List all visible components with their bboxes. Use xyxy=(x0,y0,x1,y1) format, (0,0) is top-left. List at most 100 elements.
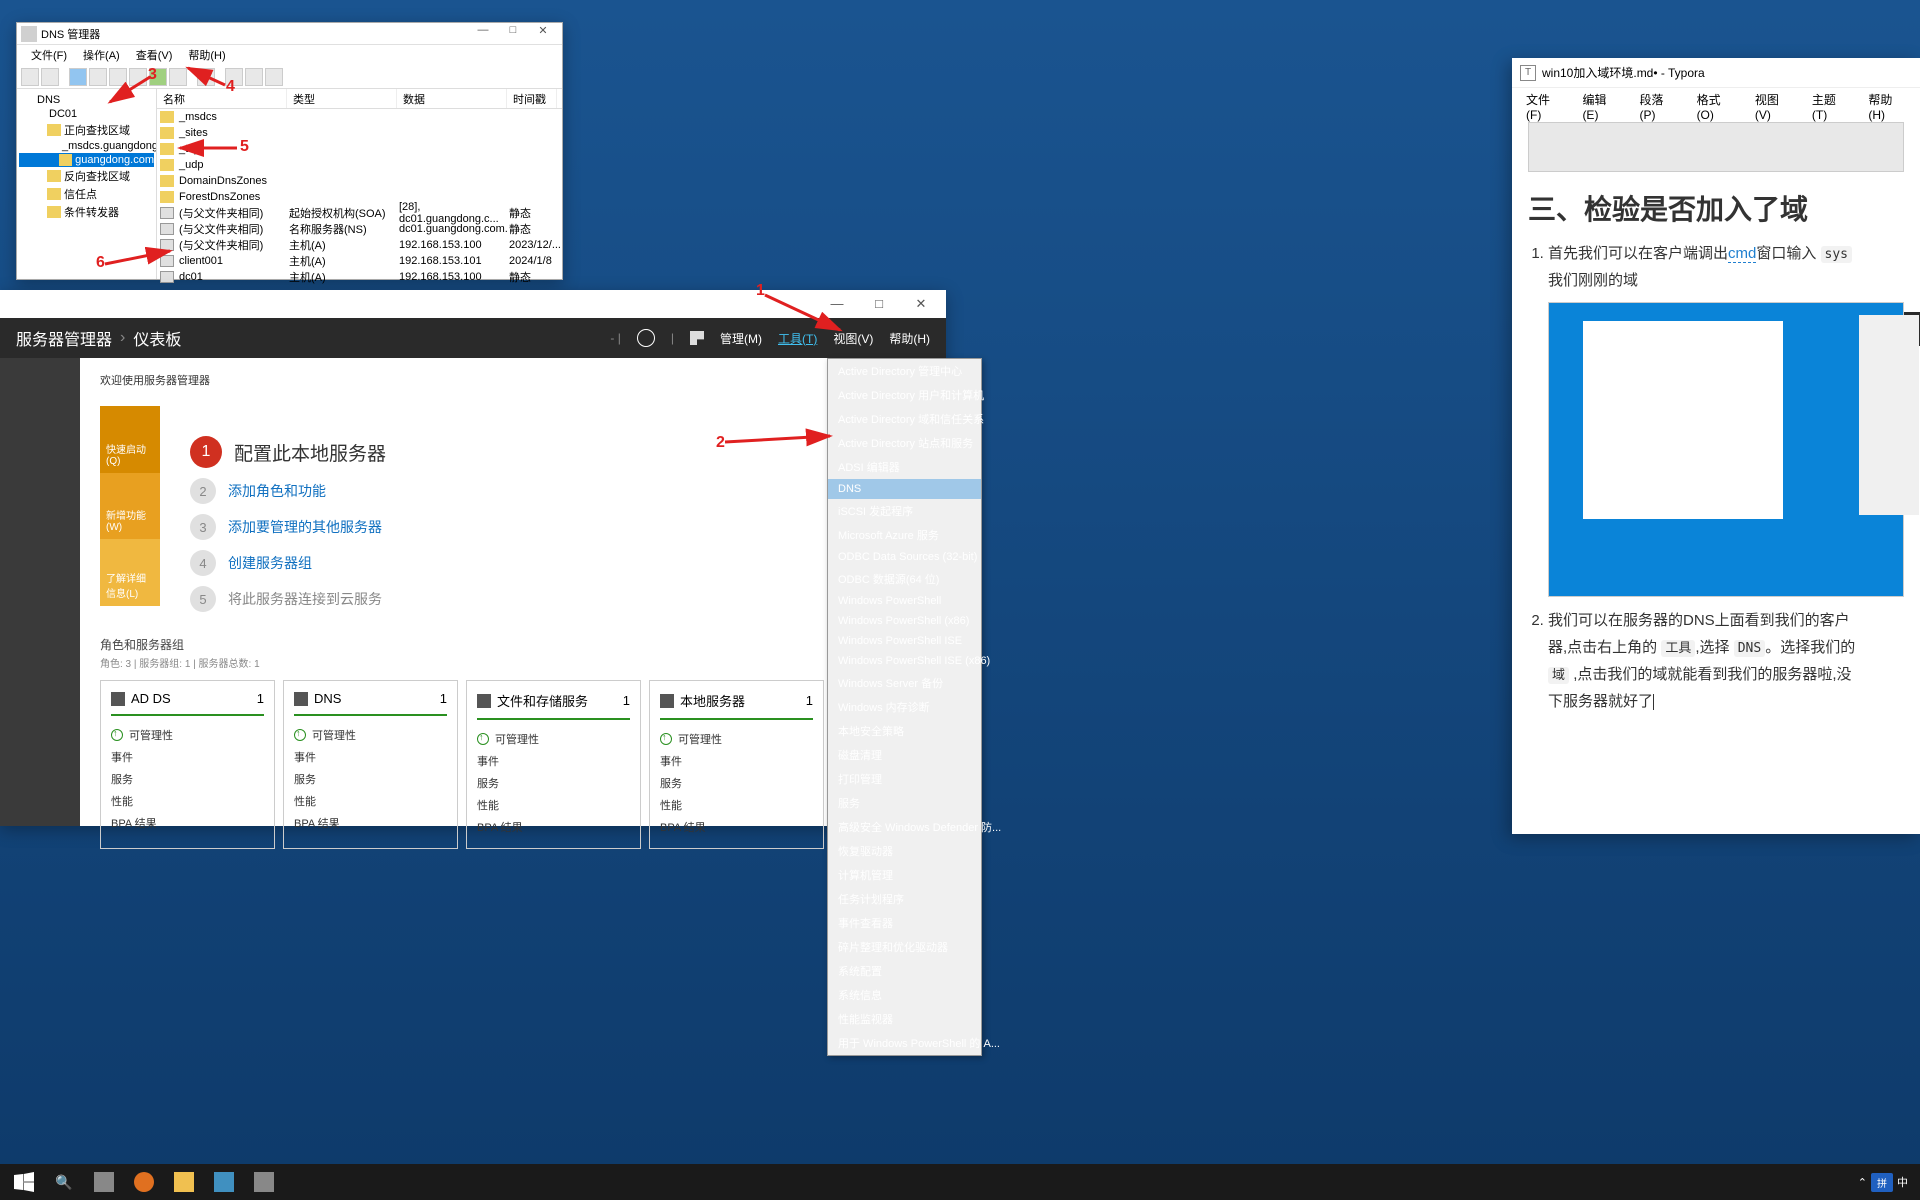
typora-content[interactable]: ↑ 30 ↓ 1.4 三、检验是否加入了域 首先我们可以在客户端调出cmd窗口输… xyxy=(1512,112,1920,735)
ime-lang[interactable]: 中 xyxy=(1897,1174,1908,1190)
quickstart-step[interactable]: 1配置此本地服务器 xyxy=(190,436,896,468)
tools-menu-item[interactable]: 打印管理 xyxy=(828,767,981,791)
tree-node[interactable]: 正向查找区域 xyxy=(19,121,154,139)
tools-menu-item[interactable]: 高级安全 Windows Defender 防... xyxy=(828,815,981,839)
tools-menu-item[interactable]: Windows PowerShell xyxy=(828,591,981,611)
maximize-button[interactable]: □ xyxy=(498,24,528,44)
tools-menu-item[interactable]: 计算机管理 xyxy=(828,863,981,887)
tools-menu-item[interactable]: Windows Server 备份 xyxy=(828,671,981,695)
tools-menu-item[interactable]: 本地安全策略 xyxy=(828,719,981,743)
refresh-icon[interactable] xyxy=(149,68,167,86)
toolbar-btn[interactable] xyxy=(225,68,243,86)
list-row[interactable]: (与父文件夹相同)名称服务器(NS)dc01.guangdong.com.静态 xyxy=(157,221,562,237)
tools-menu-item[interactable]: Active Directory 用户和计算机 xyxy=(828,383,981,407)
list-row[interactable]: (与父文件夹相同)主机(A)192.168.153.1002023/12/... xyxy=(157,237,562,253)
tab-quickstart[interactable]: 快速启动(Q) xyxy=(100,406,160,473)
list-row[interactable]: (与父文件夹相同)起始授权机构(SOA)[28], dc01.guangdong… xyxy=(157,205,562,221)
tools-menu-item[interactable]: 任务计划程序 xyxy=(828,887,981,911)
explorer-icon[interactable] xyxy=(164,1166,204,1198)
tree-node[interactable]: guangdong.com xyxy=(19,153,154,167)
taskview-icon[interactable] xyxy=(84,1166,124,1198)
tools-menu-item[interactable]: Windows 内存诊断 xyxy=(828,695,981,719)
dns-tree[interactable]: DNSDC01正向查找区域_msdcs.guangdongguangdong.c… xyxy=(17,89,157,279)
role-tile[interactable]: AD DS1可管理性事件服务性能BPA 结果 xyxy=(100,680,275,849)
list-row[interactable]: _tcp xyxy=(157,141,562,157)
tab-whatsnew[interactable]: 新增功能(W) xyxy=(100,473,160,540)
close-button[interactable]: ✕ xyxy=(900,291,942,317)
quickstart-step[interactable]: 4创建服务器组 xyxy=(190,550,896,576)
sm-sidebar[interactable] xyxy=(0,358,80,826)
app-icon[interactable] xyxy=(244,1166,284,1198)
menu-file[interactable]: 文件(F) xyxy=(1516,88,1572,112)
tree-node[interactable]: DNS xyxy=(19,93,154,107)
tools-menu-item[interactable]: 磁盘清理 xyxy=(828,743,981,767)
list-row[interactable]: DomainDnsZones xyxy=(157,173,562,189)
toolbar-btn[interactable] xyxy=(245,68,263,86)
firefox-icon[interactable] xyxy=(124,1166,164,1198)
toolbar-btn[interactable] xyxy=(169,68,187,86)
toolbar-btn[interactable] xyxy=(69,68,87,86)
tools-menu-item[interactable]: DNS xyxy=(828,479,981,499)
tools-menu-item[interactable]: ADSI 编辑器 xyxy=(828,455,981,479)
list-row[interactable]: client001主机(A)192.168.153.1012024/1/8 xyxy=(157,253,562,269)
menu-edit[interactable]: 编辑(E) xyxy=(1572,88,1629,112)
tools-menu-item[interactable]: ODBC Data Sources (32-bit) xyxy=(828,547,981,567)
menu-theme[interactable]: 主题(T) xyxy=(1802,88,1858,112)
ime-icon[interactable]: 拼 xyxy=(1871,1173,1893,1192)
menu-action[interactable]: 操作(A) xyxy=(75,45,128,65)
tree-node[interactable]: _msdcs.guangdong xyxy=(19,139,154,153)
list-row[interactable]: _sites xyxy=(157,125,562,141)
tools-menu-item[interactable]: 碎片整理和优化驱动器 xyxy=(828,935,981,959)
close-button[interactable]: ✕ xyxy=(528,24,558,44)
tree-node[interactable]: 信任点 xyxy=(19,185,154,203)
menu-view[interactable]: 视图(V) xyxy=(833,330,873,347)
menu-manage[interactable]: 管理(M) xyxy=(720,330,762,347)
tools-menu-item[interactable]: Windows PowerShell ISE (x86) xyxy=(828,651,981,671)
tab-learnmore[interactable]: 了解详细信息(L) xyxy=(100,539,160,606)
role-tile[interactable]: DNS1可管理性事件服务性能BPA 结果 xyxy=(283,680,458,849)
toolbar-btn[interactable] xyxy=(129,68,147,86)
quickstart-step[interactable]: 2添加角色和功能 xyxy=(190,478,896,504)
forward-icon[interactable] xyxy=(41,68,59,86)
role-tile[interactable]: 本地服务器1可管理性事件服务性能BPA 结果 xyxy=(649,680,824,849)
col-data[interactable]: 数据 xyxy=(397,89,507,108)
menu-para[interactable]: 段落(P) xyxy=(1630,88,1687,112)
tools-menu-item[interactable]: 系统信息 xyxy=(828,983,981,1007)
list-row[interactable]: _udp xyxy=(157,157,562,173)
tools-menu-item[interactable]: ODBC 数据源(64 位) xyxy=(828,567,981,591)
list-row[interactable]: dc01主机(A)192.168.153.100静态 xyxy=(157,269,562,285)
minimize-button[interactable]: — xyxy=(468,24,498,44)
toolbar-btn[interactable] xyxy=(89,68,107,86)
toolbar-btn[interactable] xyxy=(265,68,283,86)
tools-menu-item[interactable]: 恢复驱动器 xyxy=(828,839,981,863)
tools-menu-item[interactable]: 系统配置 xyxy=(828,959,981,983)
tools-menu-item[interactable]: Active Directory 域和信任关系 xyxy=(828,407,981,431)
tree-node[interactable]: DC01 xyxy=(19,107,154,121)
menu-view[interactable]: 查看(V) xyxy=(128,45,181,65)
minimize-button[interactable]: — xyxy=(816,291,858,317)
tools-menu-item[interactable]: 用于 Windows PowerShell 的 A... xyxy=(828,1031,981,1055)
tree-node[interactable]: 条件转发器 xyxy=(19,203,154,221)
menu-help[interactable]: 帮助(H) xyxy=(889,330,930,347)
server-manager-icon[interactable] xyxy=(204,1166,244,1198)
refresh-icon[interactable] xyxy=(637,329,655,347)
tools-menu-item[interactable]: Active Directory 站点和服务 xyxy=(828,431,981,455)
tools-menu-item[interactable]: 服务 xyxy=(828,791,981,815)
system-tray[interactable]: ⌃ 拼 中 xyxy=(1858,1173,1916,1192)
menu-view[interactable]: 视图(V) xyxy=(1745,88,1802,112)
search-icon[interactable]: 🔍 xyxy=(44,1166,84,1198)
menu-format[interactable]: 格式(O) xyxy=(1687,88,1745,112)
role-tile[interactable]: 文件和存储服务1可管理性事件服务性能BPA 结果 xyxy=(466,680,641,849)
col-ts[interactable]: 时间戳 xyxy=(507,89,557,108)
menu-help[interactable]: 帮助(H) xyxy=(1858,88,1916,112)
menu-help[interactable]: 帮助(H) xyxy=(180,45,233,65)
toolbar-btn[interactable] xyxy=(197,68,215,86)
flag-icon[interactable] xyxy=(690,331,704,345)
back-icon[interactable] xyxy=(21,68,39,86)
menu-file[interactable]: 文件(F) xyxy=(23,45,75,65)
col-name[interactable]: 名称 xyxy=(157,89,287,108)
tree-node[interactable]: 反向查找区域 xyxy=(19,167,154,185)
list-row[interactable]: _msdcs xyxy=(157,109,562,125)
start-button[interactable] xyxy=(4,1166,44,1198)
maximize-button[interactable]: □ xyxy=(858,291,900,317)
